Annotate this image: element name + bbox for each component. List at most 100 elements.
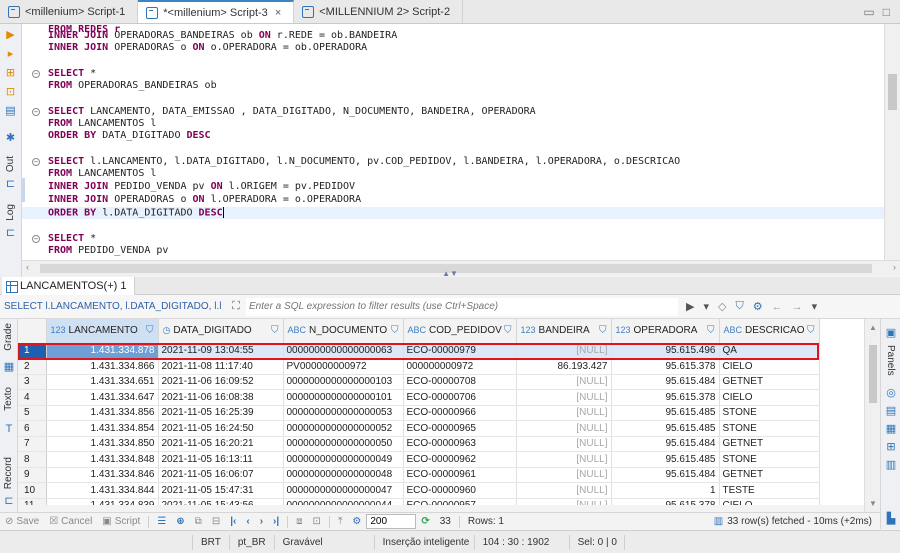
sort-filter-icon[interactable]: ⛉ <box>707 325 715 336</box>
table-row[interactable]: 9 1.431.334.846 2021-11-05 16:06:07 0000000… <box>18 467 820 483</box>
row-number[interactable]: 4 <box>18 389 47 406</box>
fold-icon[interactable]: − <box>32 158 40 166</box>
row-number[interactable]: 1 <box>18 343 47 359</box>
table-cell[interactable]: 1.431.334.848 <box>46 451 159 468</box>
forward-icon[interactable]: → <box>792 301 803 313</box>
fold-icon[interactable]: − <box>32 70 40 78</box>
table-row[interactable]: 6 1.431.334.854 2021-11-05 16:24:50 0000000… <box>18 420 820 437</box>
row-number[interactable]: 7 <box>18 436 47 452</box>
table-cell[interactable]: 0000000000000000101 <box>283 389 404 406</box>
table-cell[interactable]: 0000000000000000044 <box>283 498 404 505</box>
save-button[interactable]: ⊘ Save <box>0 516 44 527</box>
execute-script-icon[interactable]: ▸ <box>4 47 18 61</box>
table-cell[interactable]: 95.615.484 <box>611 374 720 390</box>
table-cell[interactable]: 86.193.427 <box>516 358 612 375</box>
table-row[interactable]: 3 1.431.334.651 2021-11-06 16:09:52 0000000… <box>18 374 820 390</box>
panels-icon[interactable]: ⚙ <box>753 300 763 313</box>
close-icon[interactable]: × <box>275 7 281 19</box>
table-row[interactable]: 4 1.431.334.647 2021-11-06 16:08:38 0000000… <box>18 389 820 406</box>
table-cell[interactable]: 0000000000000000047 <box>283 482 404 499</box>
table-cell[interactable]: ECO-00000706 <box>403 389 517 406</box>
script-button[interactable]: ▣ Script <box>97 516 145 527</box>
maximize-icon[interactable]: □ <box>883 5 890 19</box>
text-icon[interactable]: T <box>3 423 15 435</box>
record-view-tab[interactable]: Record <box>3 457 14 489</box>
table-cell[interactable]: 2021-11-05 16:06:07 <box>158 467 284 483</box>
table-cell[interactable]: 2021-11-09 13:04:55 <box>158 343 284 359</box>
results-grid[interactable]: 123 LANCAMENTO ⛉ ◷ DATA_DIGITADO ⛉ ABC N_DOCUME… <box>18 319 864 505</box>
table-cell[interactable]: 95.615.485 <box>611 420 720 437</box>
table-cell[interactable]: 95.615.485 <box>611 451 720 468</box>
table-cell[interactable]: ECO-00000960 <box>403 482 517 499</box>
last-page-icon[interactable]: ›| <box>268 516 284 527</box>
row-number[interactable]: 11 <box>18 498 47 505</box>
table-cell[interactable]: TESTE <box>719 482 820 499</box>
table-cell[interactable]: [NULL] <box>516 374 612 390</box>
next-page-icon[interactable]: › <box>255 516 268 527</box>
grid-icon[interactable]: ▦ <box>3 361 15 373</box>
table-cell[interactable]: 1.431.334.878 <box>46 343 159 359</box>
table-cell[interactable]: [NULL] <box>516 498 612 505</box>
settings-icon[interactable]: ✱ <box>4 131 18 145</box>
row-number[interactable]: 2 <box>18 358 47 375</box>
copy-row-icon[interactable]: ⧉ <box>190 516 207 527</box>
table-cell[interactable]: ECO-00000963 <box>403 436 517 452</box>
table-cell[interactable]: GETNET <box>719 374 820 390</box>
menu-icon[interactable]: ▾ <box>812 300 818 313</box>
column-header-cod-pedidov[interactable]: ABC COD_PEDIDOV ⛉ <box>403 319 517 344</box>
table-cell[interactable]: STONE <box>719 420 820 437</box>
row-number[interactable]: 6 <box>18 420 47 437</box>
table-row[interactable]: 2 1.431.334.866 2021-11-08 11:17:40 PV00000… <box>18 358 820 375</box>
table-cell[interactable]: ECO-00000965 <box>403 420 517 437</box>
table-cell[interactable]: ECO-00000966 <box>403 405 517 421</box>
table-cell[interactable]: 2021-11-08 11:17:40 <box>158 358 284 375</box>
table-cell[interactable]: 0000000000000000049 <box>283 451 404 468</box>
table-cell[interactable]: 2021-11-05 16:25:39 <box>158 405 284 421</box>
table-cell[interactable]: [NULL] <box>516 405 612 421</box>
table-cell[interactable]: 95.615.484 <box>611 467 720 483</box>
table-cell[interactable]: 1.431.334.866 <box>46 358 159 375</box>
table-row[interactable]: 7 1.431.334.850 2021-11-05 16:20:21 0000000… <box>18 436 820 452</box>
table-cell[interactable]: 1.431.334.844 <box>46 482 159 499</box>
column-header-descricao[interactable]: ABC DESCRICAO ⛉ <box>719 319 820 344</box>
tab-lancamentos-results[interactable]: LANCAMENTOS(+) 1 <box>2 277 136 295</box>
table-cell[interactable]: 0000000000000000053 <box>283 405 404 421</box>
table-cell[interactable]: CIELO <box>719 389 820 406</box>
table-cell[interactable]: 95.615.378 <box>611 358 720 375</box>
table-row[interactable]: 8 1.431.334.848 2021-11-05 16:13:11 0000000… <box>18 451 820 468</box>
table-cell[interactable]: 0000000000000000048 <box>283 467 404 483</box>
table-cell[interactable]: 0000000000000000052 <box>283 420 404 437</box>
first-page-icon[interactable]: |‹ <box>225 516 241 527</box>
panels-label[interactable]: Panels <box>885 345 896 376</box>
table-cell[interactable]: ECO-00000708 <box>403 374 517 390</box>
sort-filter-icon[interactable]: ⛉ <box>599 325 607 336</box>
layout-icon[interactable]: ⧈ <box>291 516 307 527</box>
table-row[interactable]: 10 1.431.334.844 2021-11-05 15:47:31 000000… <box>18 482 820 499</box>
column-header-operadora[interactable]: 123 OPERADORA ⛉ <box>611 319 720 344</box>
grid-vertical-scrollbar[interactable]: ▲ ▼ <box>864 319 880 512</box>
fold-icon[interactable]: − <box>32 108 40 116</box>
sort-filter-icon[interactable]: ⛉ <box>807 325 815 336</box>
table-cell[interactable]: 2021-11-06 16:08:38 <box>158 389 284 406</box>
sql-editor[interactable]: FROM REDES r INNER JOIN OPERADORAS_BANDEI… <box>22 24 884 260</box>
table-cell[interactable]: ECO-00000962 <box>403 451 517 468</box>
column-header-bandeira[interactable]: 123 BANDEIRA ⛉ <box>516 319 612 344</box>
output-icon[interactable]: ⊏ <box>4 177 18 191</box>
fetch-size-input[interactable] <box>366 514 417 529</box>
table-cell[interactable]: 95.615.378 <box>611 389 720 406</box>
sort-filter-icon[interactable]: ⛉ <box>146 325 154 336</box>
table-cell[interactable]: 95.615.496 <box>611 343 720 359</box>
apply-filter-icon[interactable]: ▶ <box>686 300 694 313</box>
minimize-icon[interactable]: ▭ <box>863 5 874 19</box>
table-cell[interactable]: [NULL] <box>516 482 612 499</box>
table-row[interactable]: 1 1.431.334.878 2021-11-09 13:04:55 0000000… <box>18 343 820 359</box>
table-cell[interactable]: GETNET <box>719 436 820 452</box>
refresh-icon[interactable]: ⟳ <box>416 516 434 527</box>
sort-filter-icon[interactable]: ⛉ <box>504 325 512 336</box>
table-cell[interactable]: 0000000000000000103 <box>283 374 404 390</box>
row-number[interactable]: 8 <box>18 451 47 468</box>
columns-icon[interactable]: ⊡ <box>308 516 326 527</box>
table-cell[interactable]: CIELO <box>719 498 820 505</box>
row-number[interactable]: 5 <box>18 405 47 421</box>
table-cell[interactable]: GETNET <box>719 467 820 483</box>
